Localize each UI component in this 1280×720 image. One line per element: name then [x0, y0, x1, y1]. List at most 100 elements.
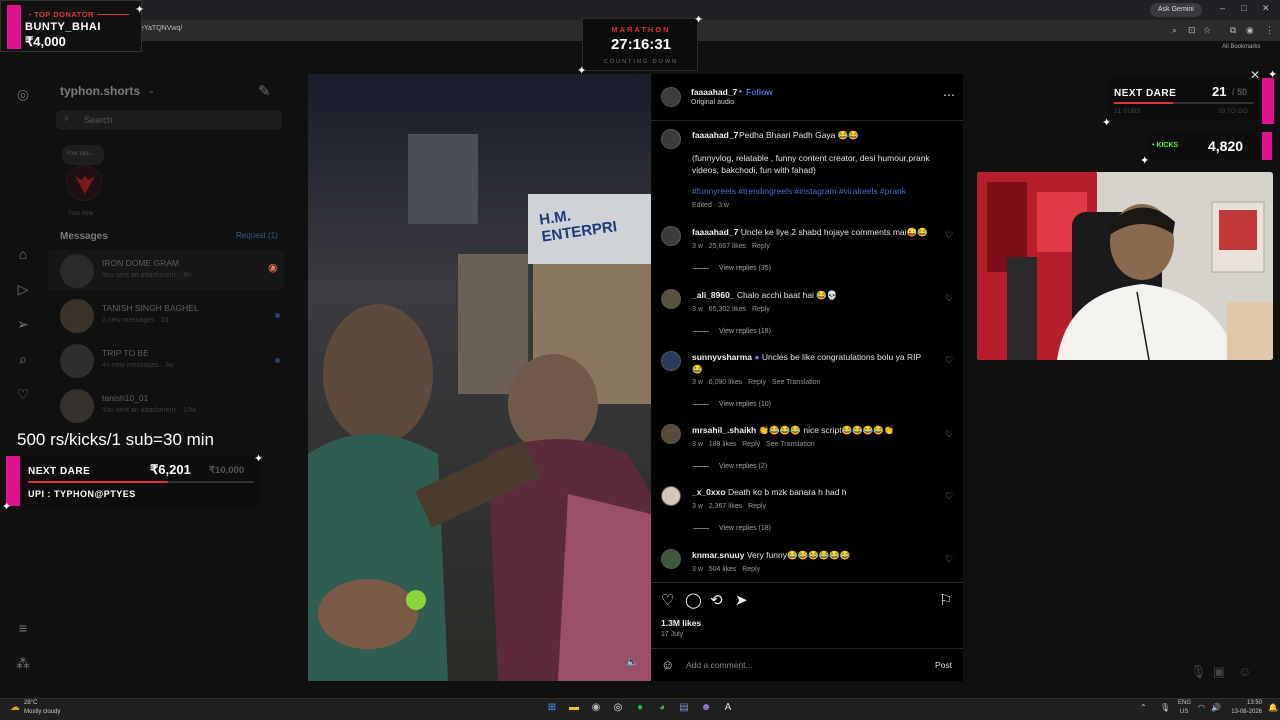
note-avatar[interactable] [66, 165, 102, 201]
app-icon[interactable]: ▤ [677, 701, 691, 715]
likes-count[interactable]: 1.3M likes [661, 618, 701, 628]
spotify-icon[interactable]: ● [633, 701, 647, 715]
tray-chevron-icon[interactable]: ⌃ [1140, 703, 1147, 712]
comment-like-icon[interactable]: ♡ [945, 230, 953, 241]
profile-icon[interactable]: ◉ [1246, 25, 1254, 36]
menu-kebab-icon[interactable]: ⋮ [1265, 25, 1274, 36]
commenter-avatar[interactable] [661, 351, 681, 371]
reel-video[interactable]: H.M. ENTERPRI 🔈 [308, 74, 651, 681]
ask-gemini-button[interactable]: Ask Gemini [1150, 3, 1202, 17]
comment-likes[interactable]: 25,667 likes [709, 243, 746, 250]
author-avatar[interactable] [661, 87, 681, 107]
comment-like-icon[interactable]: ♡ [945, 429, 953, 440]
comment-like-icon[interactable]: ♡ [945, 491, 953, 502]
add-comment-input[interactable]: Add a comment... [686, 660, 753, 670]
comment-likes[interactable]: 189 likes [709, 441, 737, 448]
clock-date[interactable]: 13-08-2026 [1226, 709, 1262, 715]
obs-icon[interactable]: ◎ [611, 701, 625, 715]
chrome-icon[interactable]: ◕ [655, 701, 669, 715]
author-avatar[interactable] [661, 129, 681, 149]
start-windows-icon[interactable]: ⊞ [545, 701, 559, 715]
reply-button[interactable]: Reply [742, 566, 760, 573]
notifications-heart-icon[interactable]: ♡ [14, 386, 32, 403]
audio-label[interactable]: Original audio [691, 99, 734, 106]
comment-likes[interactable]: 504 likes [709, 566, 737, 573]
comment-bubble-icon[interactable]: ◯ [685, 591, 702, 609]
sticker-icon[interactable]: ☺ [1238, 664, 1251, 679]
requests-link[interactable]: Request (1) [236, 231, 278, 240]
repost-icon[interactable]: ⟲ [710, 591, 723, 609]
zoom-icon[interactable]: ⌕ [1172, 25, 1177, 36]
comment-username[interactable]: _ali_8960_ [692, 290, 735, 300]
all-bookmarks-link[interactable]: All Bookmarks [1222, 44, 1260, 50]
reply-button[interactable]: Reply [748, 379, 766, 386]
comment-username[interactable]: knmar.snuuy [692, 550, 744, 560]
emoji-icon[interactable]: ☺ [661, 657, 674, 672]
input-region[interactable]: US [1180, 709, 1188, 715]
thread-item[interactable]: TANISH SINGH BAGHEL 2 new messages · 2d [48, 295, 284, 335]
extensions-icon[interactable]: ⧉ [1230, 25, 1236, 36]
chevron-down-icon[interactable]: ⌄ [148, 86, 155, 95]
comment-username[interactable]: sunnyvsharma [692, 352, 752, 362]
reply-button[interactable]: Reply [742, 441, 760, 448]
like-heart-icon[interactable]: ♡ [661, 591, 674, 609]
view-replies-link[interactable]: View replies (2) [693, 463, 767, 470]
view-replies-link[interactable]: View replies (10) [693, 401, 771, 408]
meta-apps-icon[interactable]: ⁂ [14, 655, 32, 672]
wifi-icon[interactable]: ◠ [1198, 703, 1205, 712]
comment-username[interactable]: faaaahad_7 [692, 227, 738, 237]
instagram-icon[interactable]: ◎ [14, 86, 32, 103]
more-menu-icon[interactable]: ≡ [14, 620, 32, 636]
url-text[interactable]: eYaTQNVwq/ [140, 25, 182, 32]
account-username[interactable]: typhon.shorts [60, 84, 140, 98]
reels-icon[interactable]: ▷ [14, 281, 32, 298]
thread-item[interactable]: IRON DOME GRAM You sent an attachment. ·… [48, 250, 284, 290]
comment-username[interactable]: _x_0xxo [692, 487, 726, 497]
install-icon[interactable]: ⊡ [1188, 25, 1196, 36]
view-replies-link[interactable]: View replies (18) [693, 328, 771, 335]
minimize-icon[interactable]: – [1220, 3, 1225, 13]
home-icon[interactable]: ⌂ [14, 246, 32, 262]
new-message-icon[interactable]: ✎ [258, 82, 271, 100]
weather-temp[interactable]: 28°C [24, 700, 37, 706]
post-comment-button[interactable]: Post [935, 660, 952, 670]
commenter-avatar[interactable] [661, 424, 681, 444]
volume-icon[interactable]: 🔊 [1211, 703, 1221, 712]
bookmark-star-icon[interactable]: ☆ [1203, 25, 1211, 36]
thread-item[interactable]: tanish10_01 You sent an attachment. · 10… [48, 385, 284, 425]
follow-button[interactable]: Follow [746, 87, 773, 97]
gallery-icon[interactable]: ▣ [1213, 664, 1225, 680]
share-send-icon[interactable]: ➤ [735, 591, 748, 609]
search-nav-icon[interactable]: ⌕ [14, 351, 32, 368]
reply-button[interactable]: Reply [752, 306, 770, 313]
comment-likes[interactable]: 6,090 likes [709, 379, 742, 386]
reply-button[interactable]: Reply [748, 503, 766, 510]
comment-like-icon[interactable]: ♡ [945, 554, 953, 565]
see-translation-link[interactable]: See Translation [772, 379, 821, 386]
clock-time[interactable]: 13:50 [1226, 700, 1262, 706]
restore-icon[interactable]: □ [1241, 3, 1246, 13]
commenter-avatar[interactable] [661, 226, 681, 246]
save-bookmark-icon[interactable]: ⚐ [939, 591, 952, 609]
commenter-avatar[interactable] [661, 486, 681, 506]
discord-icon[interactable]: ☻ [699, 701, 713, 715]
mic-icon[interactable]: 🎙 [1190, 664, 1207, 680]
steam-icon[interactable]: ◉ [589, 701, 603, 715]
file-explorer-icon[interactable]: ▬ [567, 701, 581, 715]
comment-like-icon[interactable]: ♡ [945, 355, 953, 366]
input-language[interactable]: ENG [1178, 700, 1191, 706]
close-window-icon[interactable]: ✕ [1262, 3, 1270, 14]
comment-likes[interactable]: 65,302 likes [709, 306, 746, 313]
caption-username[interactable]: faaaahad_7 [692, 130, 738, 140]
search-input[interactable]: Search [56, 110, 282, 130]
see-translation-link[interactable]: See Translation [766, 441, 815, 448]
thread-item[interactable]: TRIP TO BE 4+ new messages · 3w [48, 340, 284, 380]
view-replies-link[interactable]: View replies (18) [693, 525, 771, 532]
mute-icon[interactable]: 🔈 [626, 657, 638, 668]
weather-desc[interactable]: Mostly cloudy [24, 709, 60, 715]
comment-username[interactable]: mrsahil_.shaikh [692, 425, 756, 435]
reply-button[interactable]: Reply [752, 243, 770, 250]
author-username[interactable]: faaaahad_7 [691, 87, 737, 97]
note-bubble[interactable]: Your tam... [62, 145, 104, 165]
notification-bell-icon[interactable]: 🔔 [1268, 703, 1278, 712]
